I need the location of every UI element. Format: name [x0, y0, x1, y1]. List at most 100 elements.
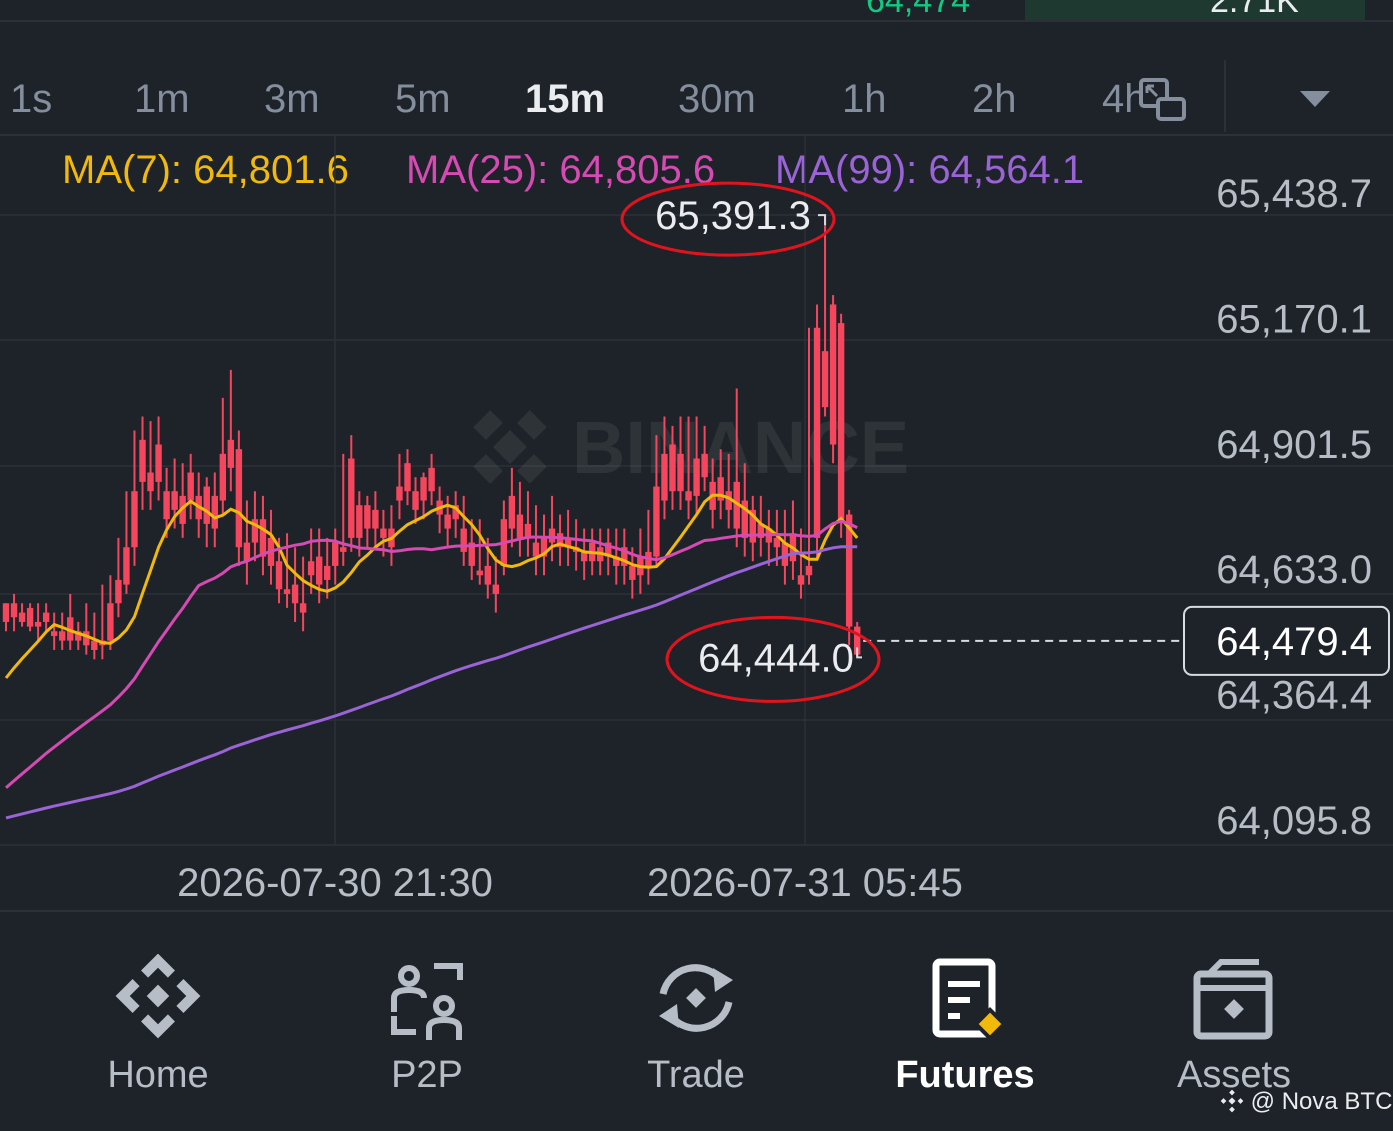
candle-body — [235, 449, 243, 548]
candle-body — [42, 612, 50, 622]
credit-text: @ Nova BTC — [1250, 1088, 1393, 1115]
candle-body — [340, 547, 347, 552]
trade-icon — [659, 964, 733, 1032]
price-axis: 65,438.7 65,170.1 64,901.5 64,633.0 64,364.4… — [863, 172, 1390, 843]
candle-body — [532, 542, 540, 557]
candle-body — [18, 612, 26, 622]
candle-body — [653, 486, 660, 557]
candle-body — [348, 458, 355, 538]
candle-body — [171, 491, 178, 510]
low-marker-label: 64,444.0 — [698, 636, 854, 680]
candle-body — [50, 631, 58, 636]
high-marker-label: 65,391.3 — [655, 194, 811, 238]
candle-body — [139, 439, 146, 482]
candle-body — [516, 514, 524, 538]
candle-body — [404, 463, 411, 492]
candle-body — [59, 631, 66, 641]
candle-body — [259, 519, 267, 557]
nav-p2p[interactable]: P2P — [327, 912, 527, 1112]
candle-body — [107, 603, 114, 641]
candle-body — [115, 579, 122, 604]
bottom-nav: Home P2P Trade Futures Assets — [0, 910, 1393, 1131]
candle-body — [797, 575, 805, 585]
candle-body — [420, 477, 427, 501]
wallet-icon — [1193, 959, 1273, 1040]
price-axis-label: 65,438.7 — [1216, 172, 1372, 216]
candle-body — [283, 589, 291, 594]
candle-body — [2, 603, 10, 622]
candle-body — [508, 495, 516, 529]
nav-home-label: Home — [107, 1054, 209, 1096]
current-price-label: 64,479.4 — [1216, 620, 1372, 664]
candle-body — [701, 453, 708, 478]
nav-futures-label: Futures — [895, 1054, 1035, 1096]
candle-body — [837, 323, 845, 520]
candle-body — [299, 603, 307, 613]
candle-body — [315, 556, 323, 585]
price-axis-label: 64,364.4 — [1216, 674, 1372, 718]
binance-logo-icon — [1220, 1089, 1244, 1113]
candle-body — [131, 491, 138, 548]
candle-body — [34, 621, 42, 627]
candle-body — [829, 304, 837, 445]
time-axis-label: 2026-07-30 21:30 — [177, 861, 493, 905]
nav-futures[interactable]: Futures — [865, 912, 1065, 1112]
candle-body — [492, 584, 500, 594]
candle-body — [203, 486, 210, 524]
high-marker-line — [818, 214, 827, 226]
watermark-text: BINANCE — [572, 406, 909, 489]
candle-body — [163, 491, 170, 520]
candle-body — [372, 509, 379, 529]
nav-trade-label: Trade — [647, 1054, 745, 1096]
price-axis-label: 64,901.5 — [1216, 423, 1372, 467]
candle-body — [219, 453, 227, 501]
candle-body — [412, 491, 419, 510]
candle-body — [291, 584, 299, 604]
p2p-icon — [391, 963, 463, 1040]
price-axis-label: 64,633.0 — [1216, 548, 1372, 592]
candle-body — [332, 542, 339, 566]
candle-body — [356, 505, 363, 538]
nav-p2p-label: P2P — [391, 1054, 463, 1096]
candle-body — [805, 565, 813, 576]
time-axis: 2026-07-30 21:30 2026-07-31 05:45 — [177, 861, 963, 905]
candle-body — [629, 565, 636, 580]
nav-trade[interactable]: Trade — [596, 912, 796, 1112]
author-credit: @ Nova BTC — [1220, 1088, 1392, 1116]
candle-body — [821, 351, 829, 408]
candle-body — [91, 640, 98, 650]
candle-body — [677, 453, 684, 492]
nav-home[interactable]: Home — [58, 912, 258, 1112]
candle-body — [243, 542, 251, 562]
candle-body — [428, 467, 435, 492]
futures-icon — [932, 958, 1007, 1041]
candle-body — [396, 486, 403, 501]
candle-body — [460, 528, 467, 552]
candle-body — [364, 505, 371, 529]
candle-body — [227, 439, 235, 468]
candle-body — [155, 444, 162, 482]
binance-logo-icon — [115, 954, 201, 1039]
candle-body — [307, 561, 315, 576]
candle-body — [661, 453, 668, 501]
candle-body — [275, 561, 283, 590]
candle-body — [693, 458, 700, 496]
ma99-line — [5, 545, 858, 820]
candle-body — [813, 327, 821, 538]
candle-body — [380, 528, 387, 538]
candle-body — [685, 491, 692, 501]
candle-body — [187, 472, 194, 501]
candle-body — [123, 547, 130, 585]
time-axis-label: 2026-07-31 05:45 — [647, 861, 963, 905]
candle-body — [10, 603, 18, 618]
nav-assets[interactable]: Assets — [1134, 912, 1334, 1112]
candle-body — [324, 565, 331, 580]
candle-body — [147, 472, 154, 492]
candle-body — [548, 528, 556, 543]
candle-body — [669, 444, 676, 492]
candle-body — [26, 607, 34, 627]
price-axis-label: 64,095.8 — [1216, 799, 1372, 843]
price-axis-label: 65,170.1 — [1216, 297, 1372, 341]
candle-body — [476, 570, 483, 576]
candle-body — [484, 565, 491, 585]
